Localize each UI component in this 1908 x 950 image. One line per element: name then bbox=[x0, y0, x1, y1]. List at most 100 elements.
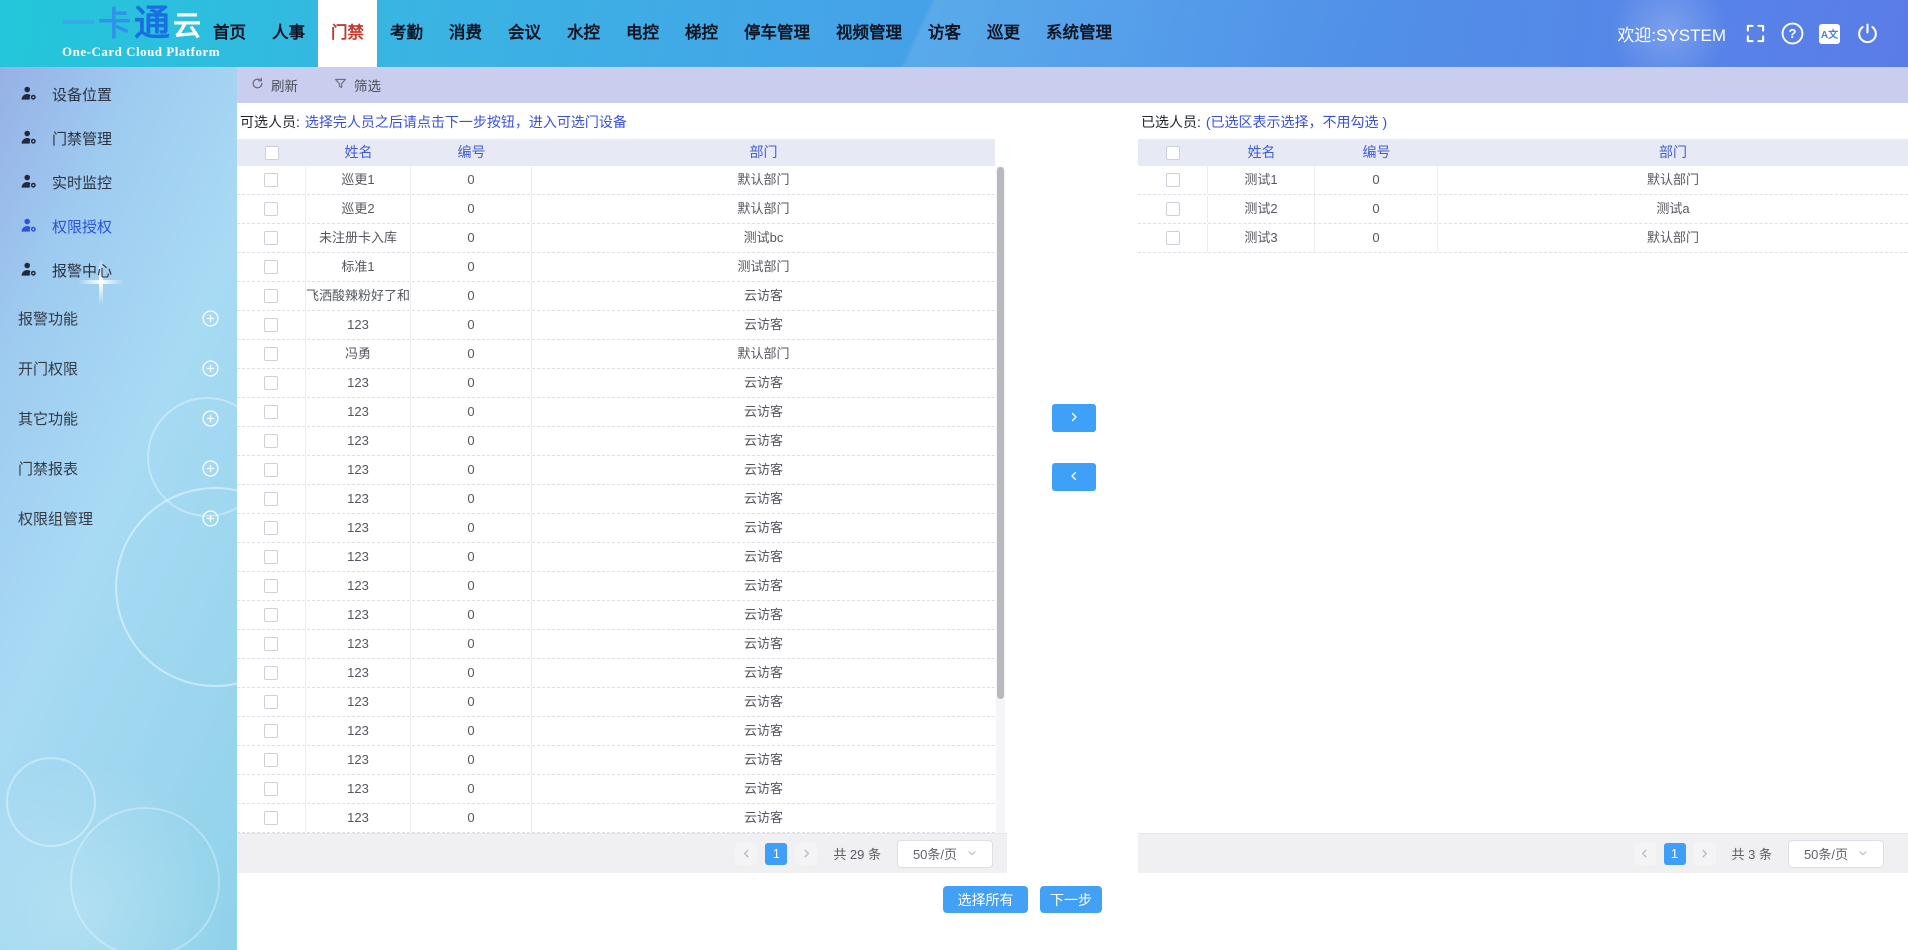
next-step-button[interactable]: 下一步 bbox=[1040, 886, 1102, 913]
table-row[interactable]: 123 0 云访客 bbox=[237, 659, 995, 688]
table-row[interactable]: 测试2 0 测试a bbox=[1138, 195, 1908, 224]
sidebar-group-label: 开门权限 bbox=[18, 358, 78, 379]
sidebar-group[interactable]: 权限组管理 bbox=[0, 493, 237, 543]
row-checkbox[interactable] bbox=[264, 260, 278, 274]
nav-item[interactable]: 梯控 bbox=[672, 0, 731, 67]
table-row[interactable]: 未注册卡入库 0 测试bc bbox=[237, 224, 995, 253]
translate-icon[interactable]: A文 bbox=[1819, 24, 1840, 44]
table-row[interactable]: 123 0 云访客 bbox=[237, 630, 995, 659]
filter-button[interactable]: 筛选 bbox=[334, 75, 381, 95]
sidebar-item-label: 门禁管理 bbox=[52, 128, 112, 149]
table-row[interactable]: 123 0 云访客 bbox=[237, 311, 995, 340]
row-checkbox[interactable] bbox=[264, 811, 278, 825]
nav-item[interactable]: 访客 bbox=[915, 0, 974, 67]
table-row[interactable]: 测试1 0 默认部门 bbox=[1138, 166, 1908, 195]
page-size-select[interactable]: 50条/页 bbox=[1788, 840, 1884, 868]
select-all-button[interactable]: 选择所有 bbox=[943, 886, 1028, 913]
transfer-right-button[interactable] bbox=[1052, 404, 1096, 432]
nav-item[interactable]: 首页 bbox=[200, 0, 259, 67]
row-checkbox[interactable] bbox=[264, 434, 278, 448]
table-row[interactable]: 123 0 云访客 bbox=[237, 485, 995, 514]
row-checkbox[interactable] bbox=[264, 318, 278, 332]
next-page-button[interactable] bbox=[1694, 843, 1716, 865]
refresh-button[interactable]: 刷新 bbox=[251, 75, 298, 95]
prev-page-button[interactable] bbox=[735, 843, 757, 865]
sidebar-group[interactable]: 门禁报表 bbox=[0, 443, 237, 493]
table-row[interactable]: 123 0 云访客 bbox=[237, 456, 995, 485]
table-row[interactable]: 123 0 云访客 bbox=[237, 572, 995, 601]
nav-item[interactable]: 门禁 bbox=[318, 0, 377, 67]
next-page-button[interactable] bbox=[795, 843, 817, 865]
row-checkbox[interactable] bbox=[264, 695, 278, 709]
cell-id: 0 bbox=[411, 427, 532, 455]
current-page-button[interactable]: 1 bbox=[1664, 843, 1686, 865]
sidebar-item[interactable]: 权限授权 bbox=[0, 204, 237, 248]
row-checkbox[interactable] bbox=[1166, 173, 1180, 187]
sidebar-item[interactable]: 门禁管理 bbox=[0, 116, 237, 160]
table-row[interactable]: 巡更2 0 默认部门 bbox=[237, 195, 995, 224]
row-checkbox[interactable] bbox=[264, 724, 278, 738]
header-checkbox[interactable] bbox=[1166, 146, 1180, 160]
table-row[interactable]: 123 0 云访客 bbox=[237, 398, 995, 427]
table-row[interactable]: 123 0 云访客 bbox=[237, 804, 995, 833]
sidebar-group[interactable]: 报警功能 bbox=[0, 293, 237, 343]
table-row[interactable]: 标准1 0 测试部门 bbox=[237, 253, 995, 282]
row-checkbox[interactable] bbox=[264, 579, 278, 593]
table-row[interactable]: 123 0 云访客 bbox=[237, 427, 995, 456]
row-checkbox[interactable] bbox=[264, 782, 278, 796]
sidebar-item[interactable]: 实时监控 bbox=[0, 160, 237, 204]
nav-item[interactable]: 考勤 bbox=[377, 0, 436, 67]
row-checkbox[interactable] bbox=[264, 289, 278, 303]
sidebar-group[interactable]: 开门权限 bbox=[0, 343, 237, 393]
table-row[interactable]: 123 0 云访客 bbox=[237, 688, 995, 717]
nav-item[interactable]: 巡更 bbox=[974, 0, 1033, 67]
nav-item[interactable]: 水控 bbox=[554, 0, 613, 67]
row-checkbox[interactable] bbox=[264, 550, 278, 564]
table-row[interactable]: 冯勇 0 默认部门 bbox=[237, 340, 995, 369]
row-checkbox[interactable] bbox=[264, 173, 278, 187]
nav-item[interactable]: 停车管理 bbox=[731, 0, 823, 67]
transfer-left-button[interactable] bbox=[1052, 463, 1096, 491]
row-checkbox[interactable] bbox=[264, 376, 278, 390]
table-row[interactable]: 巡更1 0 默认部门 bbox=[237, 166, 995, 195]
row-checkbox[interactable] bbox=[264, 753, 278, 767]
sidebar-group[interactable]: 其它功能 bbox=[0, 393, 237, 443]
current-page-button[interactable]: 1 bbox=[765, 843, 787, 865]
table-row[interactable]: 123 0 云访客 bbox=[237, 746, 995, 775]
nav-item[interactable]: 视频管理 bbox=[823, 0, 915, 67]
page-size-select[interactable]: 50条/页 bbox=[897, 840, 993, 868]
row-checkbox[interactable] bbox=[264, 666, 278, 680]
table-row[interactable]: 123 0 云访客 bbox=[237, 543, 995, 572]
row-checkbox[interactable] bbox=[264, 637, 278, 651]
nav-item[interactable]: 消费 bbox=[436, 0, 495, 67]
row-checkbox[interactable] bbox=[264, 521, 278, 535]
nav-item[interactable]: 电控 bbox=[613, 0, 672, 67]
row-checkbox[interactable] bbox=[264, 202, 278, 216]
nav-item[interactable]: 人事 bbox=[259, 0, 318, 67]
row-checkbox[interactable] bbox=[264, 347, 278, 361]
row-checkbox[interactable] bbox=[1166, 202, 1180, 216]
nav-item[interactable]: 系统管理 bbox=[1033, 0, 1125, 67]
row-checkbox[interactable] bbox=[1166, 231, 1180, 245]
row-checkbox[interactable] bbox=[264, 463, 278, 477]
help-icon[interactable]: ? bbox=[1781, 22, 1804, 45]
power-icon[interactable] bbox=[1855, 21, 1880, 46]
row-checkbox[interactable] bbox=[264, 231, 278, 245]
sidebar-item[interactable]: 设备位置 bbox=[0, 72, 237, 116]
prev-page-button[interactable] bbox=[1634, 843, 1656, 865]
table-row[interactable]: 123 0 云访客 bbox=[237, 601, 995, 630]
fullscreen-icon[interactable] bbox=[1745, 23, 1766, 44]
nav-item[interactable]: 会议 bbox=[495, 0, 554, 67]
table-row[interactable]: 123 0 云访客 bbox=[237, 514, 995, 543]
table-row[interactable]: 测试3 0 默认部门 bbox=[1138, 224, 1908, 253]
table-row[interactable]: 飞洒酸辣粉好了和 0 云访客 bbox=[237, 282, 995, 311]
scrollbar-thumb[interactable] bbox=[997, 167, 1004, 699]
table-row[interactable]: 123 0 云访客 bbox=[237, 369, 995, 398]
table-row[interactable]: 123 0 云访客 bbox=[237, 717, 995, 746]
row-checkbox[interactable] bbox=[264, 608, 278, 622]
header-checkbox[interactable] bbox=[265, 146, 279, 160]
row-checkbox[interactable] bbox=[264, 492, 278, 506]
sidebar-item[interactable]: 报警中心 bbox=[0, 248, 237, 292]
row-checkbox[interactable] bbox=[264, 405, 278, 419]
table-row[interactable]: 123 0 云访客 bbox=[237, 775, 995, 804]
